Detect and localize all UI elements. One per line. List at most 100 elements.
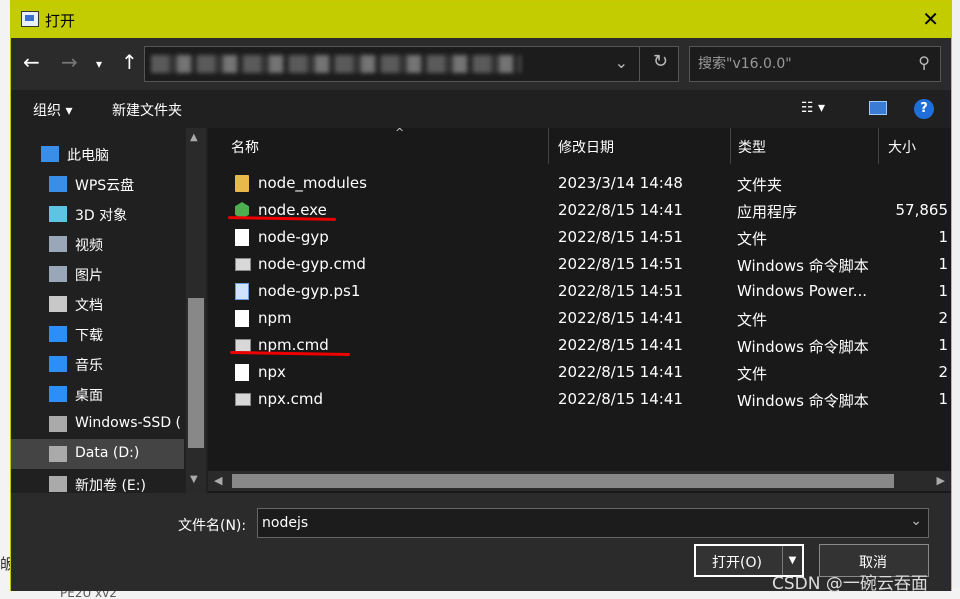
scroll-right-icon[interactable]: ▶ — [937, 474, 945, 487]
search-input[interactable] — [698, 53, 898, 75]
file-date: 2022/8/15 14:41 — [558, 336, 683, 354]
sidebar-item[interactable]: 文档 — [11, 289, 184, 319]
address-divider — [639, 47, 640, 81]
view-options-button[interactable]: ☷ ▾ — [801, 100, 825, 116]
chevron-down-icon[interactable]: ⌄ — [615, 53, 628, 72]
music-icon — [49, 356, 67, 372]
file-row[interactable]: npm 2022/8/15 14:41 文件 2 — [208, 305, 951, 332]
column-divider[interactable] — [548, 128, 549, 164]
sidebar-item-label: 3D 对象 — [75, 208, 128, 224]
arrow-up-icon[interactable]: ↑ — [121, 50, 138, 74]
chevron-down-icon[interactable]: ▾ — [96, 57, 102, 71]
file-row[interactable]: node-gyp.cmd 2022/8/15 14:51 Windows 命令脚本 1 — [208, 251, 951, 278]
sidebar-item[interactable]: 视频 — [11, 229, 184, 259]
refresh-icon[interactable]: ↻ — [653, 51, 668, 72]
file-size: 1 — [938, 390, 948, 408]
file-type: Windows 命令脚本 — [737, 338, 869, 356]
sidebar-item-label: WPS云盘 — [75, 178, 135, 194]
help-icon[interactable]: ? — [914, 99, 934, 119]
scrollbar-thumb[interactable] — [188, 298, 204, 448]
drive-icon — [49, 446, 67, 462]
address-bar[interactable]: ⌄ ↻ — [144, 46, 679, 82]
blurred-path — [151, 55, 521, 73]
scrollbar-thumb[interactable] — [232, 474, 894, 488]
file-name: npx.cmd — [258, 390, 324, 408]
column-header-name[interactable]: ^ 名称 — [223, 128, 548, 164]
close-icon[interactable]: ✕ — [922, 7, 939, 31]
csdn-watermark: CSDN @一碗云吞面 — [772, 574, 928, 594]
file-type: 文件 — [737, 311, 768, 329]
file-size: 1 — [938, 282, 948, 300]
filename-combobox[interactable]: ⌄ — [257, 508, 929, 538]
file-row[interactable]: node-gyp 2022/8/15 14:51 文件 1 — [208, 224, 951, 251]
dialog-app-icon — [21, 11, 39, 27]
sidebar-item[interactable]: WPS云盘 — [11, 169, 184, 199]
sidebar-item-label: 桌面 — [75, 388, 103, 404]
dialog-title: 打开 — [45, 12, 76, 30]
column-header-date[interactable]: 修改日期 — [550, 128, 730, 164]
file-name: npm — [258, 309, 292, 327]
drive-icon — [49, 476, 67, 492]
sidebar-item-label: 文档 — [75, 298, 103, 314]
file-row[interactable]: npx.cmd 2022/8/15 14:41 Windows 命令脚本 1 — [208, 386, 951, 413]
sidebar-item[interactable]: 音乐 — [11, 349, 184, 379]
sidebar-item[interactable]: 新加卷 (E:) — [11, 469, 184, 493]
sidebar-item[interactable]: 此电脑 — [11, 139, 184, 169]
file-icon — [235, 310, 249, 327]
sidebar-item-label: 视频 — [75, 238, 103, 254]
file-date: 2022/8/15 14:41 — [558, 201, 683, 219]
file-size: 1 — [938, 336, 948, 354]
arrow-right-icon[interactable]: → — [61, 50, 78, 74]
preview-pane-icon[interactable] — [869, 101, 887, 115]
sidebar-item[interactable]: 下载 — [11, 319, 184, 349]
cmd-script-icon — [235, 393, 251, 406]
cmd-script-icon — [235, 258, 251, 271]
sidebar-item[interactable]: 3D 对象 — [11, 199, 184, 229]
file-date: 2022/8/15 14:41 — [558, 363, 683, 381]
sidebar-item[interactable]: 桌面 — [11, 379, 184, 409]
documents-icon — [49, 296, 67, 312]
folder-icon — [235, 175, 249, 192]
search-box[interactable]: ⚲ — [689, 46, 941, 82]
filename-input[interactable] — [262, 513, 892, 533]
sidebar-item[interactable]: 图片 — [11, 259, 184, 289]
scroll-up-icon[interactable]: ▲ — [190, 132, 198, 143]
scroll-down-icon[interactable]: ▼ — [190, 474, 198, 485]
file-row[interactable]: node-gyp.ps1 2022/8/15 14:51 Windows Power… — [208, 278, 951, 305]
file-date: 2022/8/15 14:51 — [558, 282, 683, 300]
file-name: npx — [258, 363, 286, 381]
file-icon — [235, 229, 249, 246]
desktop-icon — [49, 386, 67, 402]
file-size: 2 — [938, 363, 948, 381]
sidebar-item-label: 新加卷 (E:) — [75, 478, 146, 493]
sidebar-item[interactable]: Data (D:) — [11, 439, 184, 469]
file-row[interactable]: node_modules 2023/3/14 14:48 文件夹 — [208, 170, 951, 197]
filename-label: 文件名(N): — [178, 518, 247, 534]
horizontal-scrollbar[interactable]: ◀ ▶ — [208, 471, 951, 491]
file-name: node_modules — [258, 174, 367, 192]
file-type: Windows 命令脚本 — [737, 257, 869, 275]
new-folder-button[interactable]: 新建文件夹 — [112, 100, 182, 120]
chevron-down-icon[interactable]: ⌄ — [910, 513, 922, 529]
column-divider[interactable] — [878, 128, 879, 164]
file-row[interactable]: npx 2022/8/15 14:41 文件 2 — [208, 359, 951, 386]
file-name: node-gyp.ps1 — [258, 282, 361, 300]
file-date: 2022/8/15 14:41 — [558, 390, 683, 408]
command-toolbar: 组织 ▾ 新建文件夹 ☷ ▾ ? — [11, 90, 951, 128]
powershell-script-icon — [235, 283, 249, 300]
search-icon[interactable]: ⚲ — [918, 53, 930, 72]
video-icon — [49, 236, 67, 252]
column-header-type[interactable]: 类型 — [730, 128, 878, 164]
file-type: Windows Power... — [737, 282, 868, 300]
file-type: 应用程序 — [737, 203, 798, 221]
sidebar-item[interactable]: Windows-SSD ( — [11, 409, 184, 439]
computer-icon — [41, 146, 59, 162]
sidebar-scrollbar[interactable]: ▲ ▼ — [186, 128, 206, 493]
column-header-size[interactable]: 大小 — [880, 128, 950, 164]
organize-button[interactable]: 组织 ▾ — [33, 100, 72, 120]
navigation-bar: ← → ▾ ↑ ⌄ ↻ ⚲ — [11, 38, 951, 90]
scroll-left-icon[interactable]: ◀ — [214, 474, 222, 487]
cube-3d-icon — [49, 206, 67, 222]
file-icon — [235, 364, 249, 381]
arrow-left-icon[interactable]: ← — [23, 50, 40, 74]
